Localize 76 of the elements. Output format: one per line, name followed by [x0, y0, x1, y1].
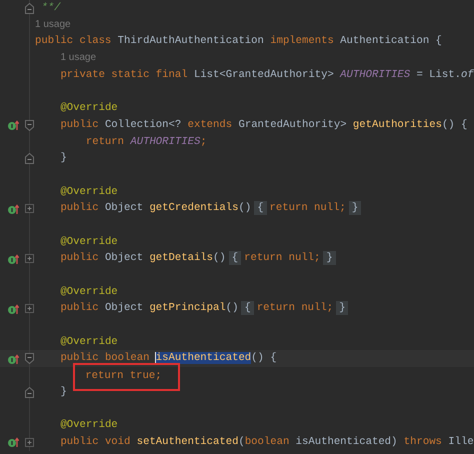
code-text: Ille: [447, 436, 474, 448]
folded-code: }: [336, 301, 348, 316]
annotation-text: @Override: [60, 102, 118, 114]
code-keyword: public: [60, 118, 99, 131]
folded-code: {: [241, 301, 254, 316]
gutter-marker-icon[interactable]: [7, 302, 19, 315]
code-text: Object: [104, 252, 144, 264]
comment-text: **/: [40, 2, 60, 14]
gutter-marker-icon[interactable]: [7, 252, 19, 265]
expand-icon[interactable]: [25, 204, 34, 214]
code-text: }: [60, 152, 67, 164]
code-keyword: return true;: [85, 370, 162, 382]
code-text: List<GrantedAuthority>: [192, 68, 335, 81]
code-text: (): [213, 252, 226, 264]
code-text: }: [60, 386, 67, 398]
expand-icon[interactable]: [25, 304, 34, 314]
annotation-text: @Override: [60, 286, 118, 298]
method-name: getCredentials: [149, 202, 238, 214]
code-text: () {: [251, 352, 277, 364]
code-keyword: public: [60, 302, 99, 314]
collapse-icon[interactable]: [25, 2, 34, 14]
annotation-text: @Override: [60, 186, 118, 198]
code-keyword: return null;: [256, 302, 334, 314]
selected-text: isAuthenticated: [156, 352, 252, 364]
code-text: Object: [104, 302, 144, 314]
method-name: getDetails: [149, 252, 214, 264]
code-keyword: public: [60, 202, 99, 214]
code-text: isAuthenticated): [294, 436, 398, 448]
usage-hint: 1 usage: [60, 52, 96, 64]
code-text: (: [238, 436, 245, 448]
collapse-icon[interactable]: [25, 353, 34, 364]
folded-code: }: [348, 201, 362, 216]
expand-icon[interactable]: [25, 438, 34, 447]
gutter-marker-icon[interactable]: [7, 436, 19, 448]
code-keyword: throws: [404, 436, 442, 448]
annotation-text: @Override: [60, 419, 118, 432]
code-text: (): [226, 302, 238, 314]
annotation-text: @Override: [60, 336, 118, 348]
collapse-icon[interactable]: [25, 386, 34, 398]
code-text: Authentication {: [339, 35, 442, 48]
folded-code: {: [254, 201, 267, 216]
method-name: getAuthorities: [352, 118, 442, 131]
gutter-marker-icon[interactable]: [7, 119, 19, 132]
code-text: = List.: [415, 68, 461, 81]
code-text: Collection<?: [104, 118, 182, 131]
code-keyword: public void: [60, 436, 132, 448]
code-text: ThirdAuthAuthentication: [116, 35, 265, 48]
constant-name: AUTHORITIES: [340, 68, 410, 81]
code-keyword: extends: [188, 118, 232, 131]
code-keyword: return null;: [270, 202, 346, 214]
code-keyword: return null;: [244, 252, 320, 264]
gutter-marker-icon[interactable]: [7, 352, 19, 365]
expand-icon[interactable]: [25, 254, 34, 264]
code-keyword: public boolean: [60, 352, 150, 364]
code-keyword: implements: [270, 35, 334, 48]
code-keyword: ;: [200, 136, 207, 148]
method-name: getPrincipal: [149, 302, 226, 314]
code-keyword: public: [60, 252, 99, 264]
constant-name: AUTHORITIES: [129, 136, 200, 148]
code-keyword: boolean: [244, 436, 290, 448]
folded-code: }: [323, 251, 336, 266]
usage-hint: 1 usage: [35, 18, 71, 30]
code-keyword: return: [86, 136, 124, 148]
code-text: GrantedAuthority>: [237, 118, 348, 131]
collapse-icon[interactable]: [25, 153, 34, 164]
folded-code: {: [228, 251, 242, 266]
code-text: () {: [442, 118, 468, 131]
code-keyword: public class: [35, 35, 112, 48]
gutter-marker-icon[interactable]: [7, 202, 19, 215]
code-text: (): [238, 202, 252, 214]
code-text: Object: [104, 202, 144, 214]
collapse-icon[interactable]: [25, 120, 34, 131]
method-name: setAuthenticated: [136, 436, 238, 448]
method-name: of: [460, 68, 474, 81]
code-keyword: private static final: [60, 68, 188, 81]
annotation-text: @Override: [60, 236, 118, 248]
